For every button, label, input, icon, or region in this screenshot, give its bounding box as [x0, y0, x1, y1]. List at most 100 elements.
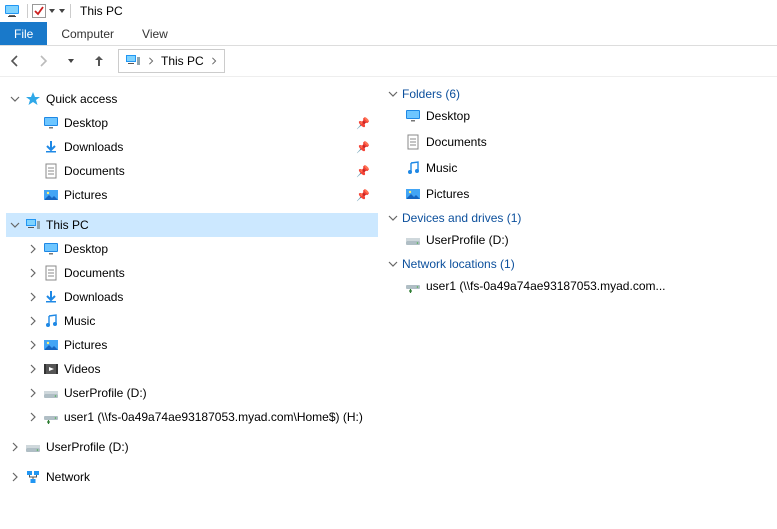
tree-label: UserProfile (D:): [46, 440, 129, 454]
tree-quick-access[interactable]: Quick access: [6, 87, 378, 111]
group-network-header[interactable]: Network locations (1): [388, 257, 769, 271]
tree-item-downloads[interactable]: Downloads: [24, 285, 378, 309]
item-pictures[interactable]: Pictures: [404, 183, 634, 205]
tree-label: UserProfile (D:): [64, 386, 147, 400]
navigation-pane: Quick access Desktop 📌 Downloads 📌 Docum…: [0, 77, 380, 529]
chevron-right-icon[interactable]: [28, 292, 42, 302]
tree-label: Downloads: [64, 290, 123, 304]
videos-icon: [42, 361, 60, 377]
network-drive-icon: [42, 409, 60, 425]
tree-item-music[interactable]: Music: [24, 309, 378, 333]
tree-item-desktop[interactable]: Desktop 📌: [24, 111, 378, 135]
item-drive-d[interactable]: UserProfile (D:): [404, 229, 634, 251]
star-icon: [24, 91, 42, 107]
chevron-right-icon[interactable]: [28, 268, 42, 278]
item-label: Documents: [426, 135, 487, 149]
tree-label: This PC: [46, 218, 89, 232]
chevron-down-icon[interactable]: [10, 94, 24, 104]
documents-icon: [404, 134, 422, 150]
qat-customize-icon[interactable]: [57, 4, 67, 18]
pin-icon: 📌: [356, 189, 370, 202]
chevron-right-icon[interactable]: [10, 442, 24, 452]
chevron-right-icon[interactable]: [28, 340, 42, 350]
tree-item-downloads[interactable]: Downloads 📌: [24, 135, 378, 159]
ribbon-tabs: File Computer View: [0, 22, 777, 46]
downloads-icon: [42, 289, 60, 305]
chevron-right-icon[interactable]: [28, 388, 42, 398]
tree-item-drive-d[interactable]: UserProfile (D:): [24, 381, 378, 405]
chevron-right-icon[interactable]: [147, 57, 155, 65]
pictures-icon: [404, 186, 422, 202]
up-button[interactable]: [90, 52, 108, 70]
tree-label: Desktop: [64, 242, 108, 256]
desktop-icon: [404, 108, 422, 124]
chevron-right-icon[interactable]: [28, 244, 42, 254]
tab-view[interactable]: View: [128, 22, 182, 45]
tree-label: Desktop: [64, 116, 108, 130]
chevron-right-icon[interactable]: [10, 472, 24, 482]
pin-icon: 📌: [356, 141, 370, 154]
tree-item-videos[interactable]: Videos: [24, 357, 378, 381]
music-icon: [42, 313, 60, 329]
drive-icon: [42, 385, 60, 401]
tree-label: user1 (\\fs-0a49a74ae93187053.myad.com\H…: [64, 410, 363, 424]
tree-label: Music: [64, 314, 95, 328]
item-network-drive[interactable]: user1 (\\fs-0a49a74ae93187053.myad.com..…: [404, 275, 665, 297]
qat-properties-icon[interactable]: [31, 3, 47, 19]
desktop-icon: [42, 241, 60, 257]
pictures-icon: [42, 187, 60, 203]
documents-icon: [42, 163, 60, 179]
chevron-right-icon[interactable]: [28, 412, 42, 422]
tree-item-documents[interactable]: Documents 📌: [24, 159, 378, 183]
forward-button[interactable]: [34, 52, 52, 70]
pin-icon: 📌: [356, 117, 370, 130]
tab-file[interactable]: File: [0, 22, 47, 45]
chevron-down-icon: [388, 89, 402, 99]
chevron-right-icon[interactable]: [28, 316, 42, 326]
item-documents[interactable]: Documents: [404, 131, 634, 153]
chevron-down-icon: [388, 213, 402, 223]
item-music[interactable]: Music: [404, 157, 634, 179]
documents-icon: [42, 265, 60, 281]
group-label: Network locations (1): [402, 257, 515, 271]
group-drives-header[interactable]: Devices and drives (1): [388, 211, 769, 225]
network-icon: [24, 469, 42, 485]
chevron-down-icon[interactable]: [10, 220, 24, 230]
item-desktop[interactable]: Desktop: [404, 105, 634, 127]
tree-item-documents[interactable]: Documents: [24, 261, 378, 285]
chevron-down-icon: [388, 259, 402, 269]
group-label: Devices and drives (1): [402, 211, 521, 225]
address-bar[interactable]: This PC: [118, 49, 225, 73]
tree-network[interactable]: Network: [6, 465, 378, 489]
pc-icon: [125, 53, 141, 69]
tree-this-pc[interactable]: This PC: [6, 213, 378, 237]
recent-dropdown-icon[interactable]: [62, 52, 80, 70]
tree-label: Pictures: [64, 338, 107, 352]
tree-label: Network: [46, 470, 90, 484]
tree-item-pictures[interactable]: Pictures: [24, 333, 378, 357]
tree-userprofile[interactable]: UserProfile (D:): [6, 435, 378, 459]
chevron-right-icon[interactable]: [28, 364, 42, 374]
back-button[interactable]: [6, 52, 24, 70]
tree-item-drive-h[interactable]: user1 (\\fs-0a49a74ae93187053.myad.com\H…: [24, 405, 378, 429]
tree-item-pictures[interactable]: Pictures 📌: [24, 183, 378, 207]
music-icon: [404, 160, 422, 176]
group-label: Folders (6): [402, 87, 460, 101]
tab-computer[interactable]: Computer: [47, 22, 128, 45]
item-label: Pictures: [426, 187, 469, 201]
tree-item-desktop[interactable]: Desktop: [24, 237, 378, 261]
pc-icon: [24, 217, 42, 233]
qat-dropdown-icon[interactable]: [47, 4, 57, 18]
drive-icon: [404, 232, 422, 248]
item-label: Desktop: [426, 109, 470, 123]
nav-bar: This PC: [0, 46, 777, 76]
downloads-icon: [42, 139, 60, 155]
group-folders-header[interactable]: Folders (6): [388, 87, 769, 101]
pin-icon: 📌: [356, 165, 370, 178]
desktop-icon: [42, 115, 60, 131]
breadcrumb-location[interactable]: This PC: [161, 54, 204, 68]
item-label: user1 (\\fs-0a49a74ae93187053.myad.com..…: [426, 279, 665, 293]
item-label: Music: [426, 161, 457, 175]
tree-label: Documents: [64, 164, 125, 178]
chevron-right-icon[interactable]: [210, 57, 218, 65]
